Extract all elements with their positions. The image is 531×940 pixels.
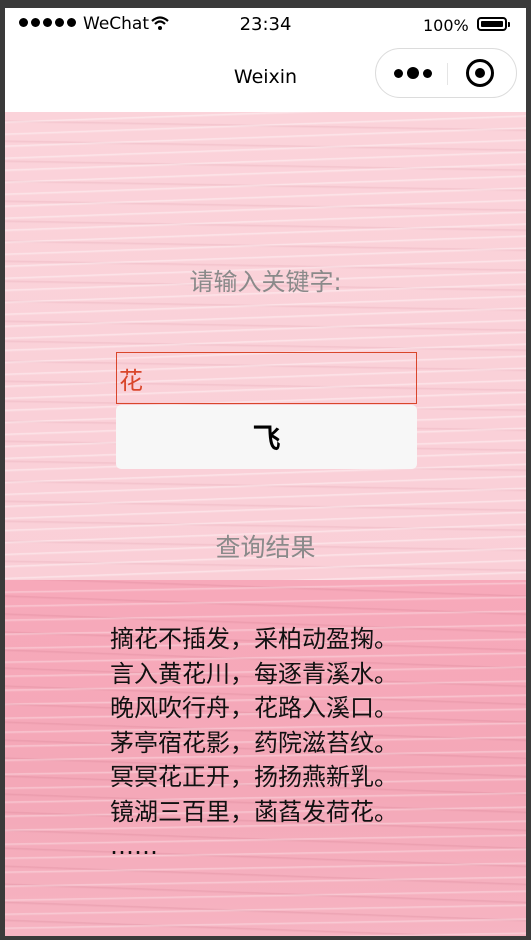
list-item: 晚风吹行舟，花路入溪口。	[110, 694, 398, 722]
main-content: 请输入关键字: 飞 查询结果 摘花不插发，采柏动盈掬。 言入黄花川，每逐青溪水。…	[5, 112, 526, 936]
capsule-divider	[447, 63, 448, 85]
miniprogram-capsule	[375, 48, 517, 98]
more-options-icon[interactable]	[394, 67, 432, 79]
close-miniprogram-icon[interactable]	[466, 59, 494, 87]
list-item: 茅亭宿花影，药院滋苔纹。	[110, 728, 398, 757]
nav-bar: Weixin	[5, 42, 526, 112]
keyword-input[interactable]	[116, 352, 417, 404]
list-item: 言入黄花川，每逐青溪水。	[110, 659, 398, 688]
fly-search-button[interactable]: 飞	[116, 405, 417, 469]
list-item: 摘花不插发，采柏动盈掬。	[110, 625, 398, 653]
list-item: 镜湖三百里，菡萏发荷花。	[110, 797, 398, 826]
list-item: ……	[110, 832, 158, 860]
keyword-prompt: 请输入关键字:	[189, 268, 342, 296]
list-item: 冥冥花正开，扬扬燕新乳。	[110, 763, 398, 791]
status-bar: WeChat 23:34 100%	[5, 8, 526, 42]
phone-screen: WeChat 23:34 100% Weixin 请输入关键字: 飞 查询结果 …	[5, 8, 526, 936]
battery-percent: 100%	[423, 16, 469, 35]
battery-icon	[477, 17, 510, 31]
results-list: 摘花不插发，采柏动盈掬。 言入黄花川，每逐青溪水。 晚风吹行舟，花路入溪口。 茅…	[110, 622, 398, 864]
results-title: 查询结果	[215, 533, 316, 562]
